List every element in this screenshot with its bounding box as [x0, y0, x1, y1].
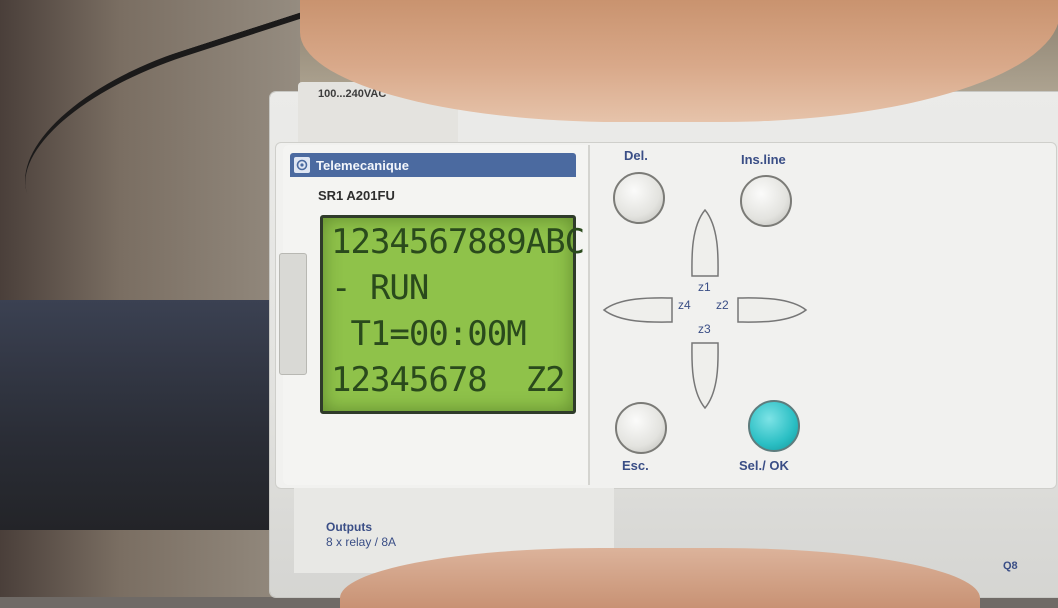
ins-line-label: Ins.line — [741, 152, 786, 167]
esc-button[interactable] — [615, 402, 667, 454]
lcd-line-4: 12345678 Z2 — [331, 360, 566, 400]
background-cloth — [0, 300, 290, 530]
left-arrow-button[interactable] — [602, 297, 673, 323]
lcd-screen: 1234567889ABC - RUN T1=00:00M 12345678 Z… — [320, 215, 585, 414]
del-label: Del. — [624, 148, 648, 163]
z4-label: z4 — [678, 298, 691, 312]
lcd-line-2: - RUN — [331, 268, 429, 308]
outputs-spec: 8 x relay / 8A — [326, 535, 397, 549]
lcd-line-1: 1234567889ABC — [331, 222, 585, 262]
direction-pad — [602, 208, 808, 410]
z1-label: z1 — [698, 280, 711, 294]
z3-label: z3 — [698, 322, 711, 336]
brand-name: Telemecanique — [316, 157, 409, 173]
model-number: SR1 A201FU — [318, 188, 395, 203]
outputs-title: Outputs — [326, 520, 372, 534]
cover-hinge — [279, 253, 307, 375]
brand-logo-icon — [294, 157, 310, 173]
brand-bar: Telemecanique — [290, 153, 576, 177]
esc-label: Esc. — [622, 458, 649, 473]
right-arrow-button[interactable] — [737, 297, 808, 323]
down-arrow-button[interactable] — [691, 342, 719, 410]
sel-ok-button[interactable] — [748, 400, 800, 452]
up-arrow-button[interactable] — [691, 208, 719, 277]
terminal-q8-label: Q8 — [1003, 560, 1018, 572]
z2-label: z2 — [716, 298, 729, 312]
sel-ok-label: Sel./ OK — [739, 458, 789, 473]
lcd-line-3: T1=00:00M — [331, 314, 526, 354]
